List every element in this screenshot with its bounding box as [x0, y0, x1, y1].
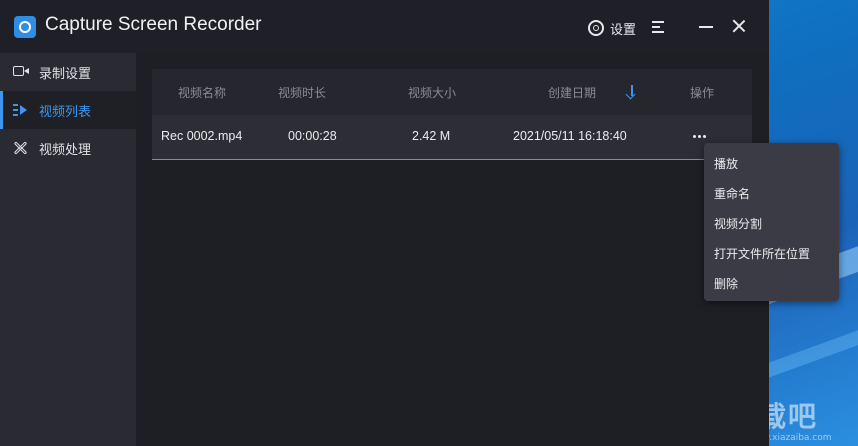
camera-icon: [13, 66, 29, 76]
table-row[interactable]: Rec 0002.mp4 00:00:28 2.42 M 2021/05/11 …: [152, 115, 752, 160]
sidebar: 录制设置 视频列表 视频处理: [0, 53, 136, 446]
sidebar-item-record-settings[interactable]: 录制设置: [0, 53, 136, 91]
close-button[interactable]: [731, 18, 747, 34]
table-header: 视频名称 视频时长 视频大小 创建日期 操作: [152, 69, 752, 115]
sidebar-item-label: 视频列表: [39, 104, 92, 120]
settings-label: 设置: [610, 22, 637, 38]
app-logo-icon: [14, 16, 36, 38]
menu-item-play[interactable]: 播放: [714, 148, 834, 178]
column-header-name[interactable]: 视频名称: [178, 84, 226, 101]
column-header-date[interactable]: 创建日期: [548, 84, 596, 101]
menu-item-split-video[interactable]: 视频分割: [714, 208, 834, 238]
more-actions-icon[interactable]: [693, 135, 709, 139]
minimize-button[interactable]: [698, 18, 714, 34]
sort-descending-icon[interactable]: [626, 85, 638, 99]
sidebar-item-label: 视频处理: [39, 142, 92, 158]
menu-button[interactable]: [652, 21, 666, 33]
gear-icon: [588, 20, 604, 36]
menu-item-open-file-location[interactable]: 打开文件所在位置: [714, 238, 834, 268]
cell-size: 2.42 M: [412, 129, 451, 143]
menu-icon: [652, 21, 664, 23]
menu-item-rename[interactable]: 重命名: [714, 178, 834, 208]
list-play-icon: [13, 103, 29, 117]
cell-name: Rec 0002.mp4: [161, 129, 243, 143]
video-list-panel: 视频名称 视频时长 视频大小 创建日期 操作 Rec 0002.mp4 00:0…: [136, 53, 769, 446]
cell-date: 2021/05/11 16:18:40: [513, 129, 627, 143]
context-menu: 播放 重命名 视频分割 打开文件所在位置 删除: [704, 143, 839, 301]
sidebar-item-label: 录制设置: [39, 66, 92, 82]
column-header-actions: 操作: [690, 86, 715, 100]
title-bar: Capture Screen Recorder 设置: [0, 0, 769, 53]
cell-duration: 00:00:28: [288, 129, 337, 143]
settings-button[interactable]: 设置: [588, 17, 636, 39]
app-window: Capture Screen Recorder 设置 录制设置 视频列表 视频处…: [0, 0, 769, 446]
app-title: Capture Screen Recorder: [45, 14, 262, 35]
sidebar-item-video-list[interactable]: 视频列表: [0, 91, 136, 129]
column-header-size[interactable]: 视频大小: [408, 84, 456, 101]
menu-item-delete[interactable]: 删除: [714, 268, 834, 298]
sidebar-item-video-processing[interactable]: 视频处理: [0, 129, 136, 167]
tools-icon: [13, 141, 27, 155]
column-header-duration[interactable]: 视频时长: [278, 84, 326, 101]
desktop-wallpaper-streak: [763, 296, 858, 378]
